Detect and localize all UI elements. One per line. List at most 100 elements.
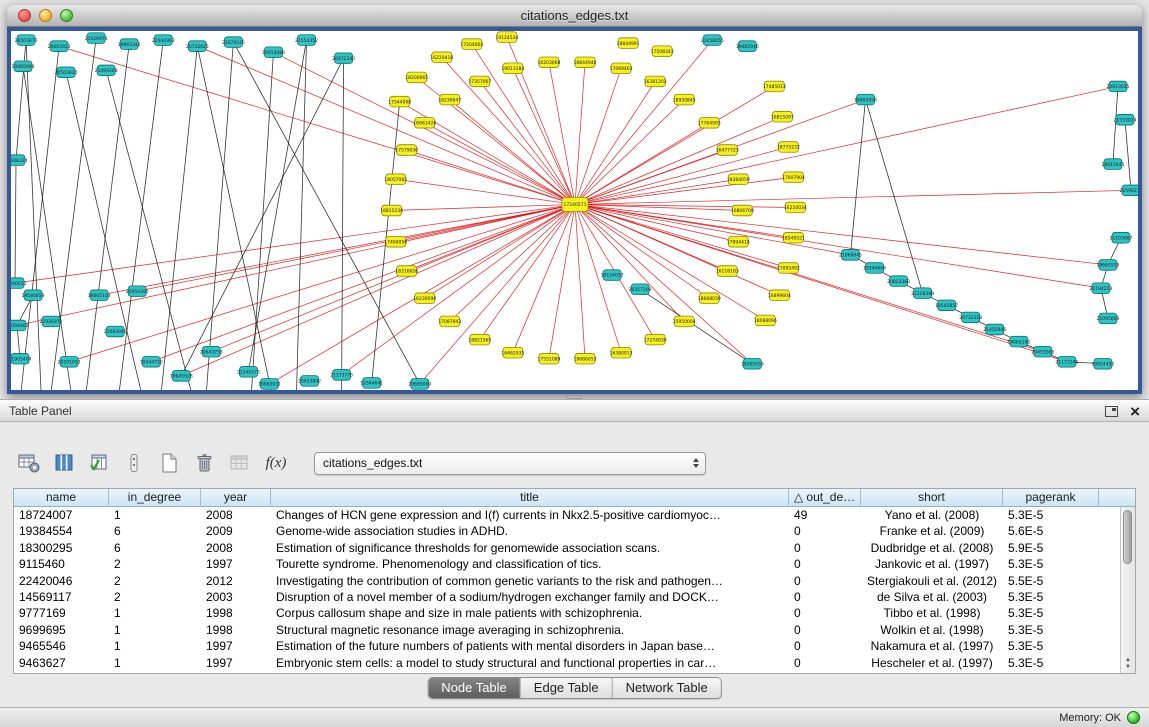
graph-node[interactable]: 20453842: [298, 376, 321, 387]
graph-node[interactable]: 21554352: [295, 35, 318, 46]
graph-node[interactable]: 20823383: [887, 276, 910, 287]
citation-network-graph[interactable]: 1724057116806709178944181611618318668039…: [11, 31, 1138, 390]
graph-node[interactable]: 18950845: [673, 94, 696, 105]
graph-node[interactable]: 19124534: [495, 32, 518, 43]
graph-node[interactable]: 18668039: [698, 293, 721, 304]
graph-node[interactable]: 18844991: [617, 38, 640, 49]
graph-node[interactable]: 21905404: [11, 353, 32, 364]
graph-node[interactable]: 16203668: [538, 57, 561, 68]
graph-node[interactable]: 17204004: [460, 39, 483, 50]
graph-node[interactable]: 16381203: [644, 76, 667, 87]
graph-node[interactable]: 19546859: [22, 290, 45, 301]
graph-node[interactable]: 20598278: [1120, 185, 1138, 196]
graph-node[interactable]: 17007904: [782, 172, 805, 183]
graph-node[interactable]: 21083946: [104, 326, 127, 337]
graph-node[interactable]: 21079545: [222, 37, 245, 48]
graph-node[interactable]: 17357067: [468, 76, 491, 87]
graph-node[interactable]: 19013089: [262, 47, 285, 58]
zoom-window-button[interactable]: [60, 9, 73, 22]
table-row[interactable]: 1872400712008Changes of HCN gene express…: [14, 507, 1120, 523]
column-header[interactable]: pagerank: [1003, 489, 1099, 507]
graph-node[interactable]: 16210034: [784, 202, 807, 213]
graph-node[interactable]: 19154053: [601, 270, 624, 281]
graph-node[interactable]: 16899604: [768, 290, 791, 301]
network-canvas[interactable]: 1724057116806709178944181611618318668039…: [11, 31, 1138, 390]
graph-node[interactable]: 19660558: [1096, 260, 1119, 271]
graph-node[interactable]: 22544363: [152, 35, 175, 46]
column-header[interactable]: title: [271, 489, 789, 507]
tab-network-table[interactable]: Network Table: [613, 678, 721, 698]
graph-node[interactable]: 26503876: [15, 35, 38, 46]
graph-node[interactable]: 17069463: [610, 63, 633, 74]
graph-node[interactable]: 21058055: [701, 35, 724, 46]
table-settings-icon[interactable]: [16, 450, 42, 476]
graph-node[interactable]: 19086053: [574, 353, 597, 364]
graph-node[interactable]: 18057082: [384, 174, 407, 185]
graph-node[interactable]: 20813035: [1107, 81, 1130, 92]
graph-node[interactable]: 17485013: [763, 81, 786, 92]
scrollbar-arrows[interactable]: ▲▼: [1121, 657, 1135, 671]
rows-icon[interactable]: [121, 450, 147, 476]
graph-node[interactable]: 16961426: [413, 117, 436, 128]
graph-node[interactable]: 16815236: [380, 205, 403, 216]
table-row[interactable]: 1456911722003Disruption of a novel membe…: [14, 589, 1120, 605]
table-row[interactable]: 1830029562008Estimation of significance …: [14, 540, 1120, 556]
graph-node[interactable]: 20357209: [629, 284, 652, 295]
graph-node[interactable]: 17579030: [395, 145, 418, 156]
graph-node[interactable]: 18239647: [438, 94, 461, 105]
graph-node[interactable]: 18844940: [574, 57, 597, 68]
table-row[interactable]: 911546021997Tourette syndrome. Phenomeno…: [14, 556, 1120, 572]
graph-node[interactable]: 17551089: [538, 353, 561, 364]
column-header[interactable]: △ out_de…: [789, 489, 861, 507]
graph-node[interactable]: 20194223: [1089, 283, 1112, 294]
graph-node[interactable]: 21069045: [839, 250, 862, 261]
graph-node[interactable]: 15950004: [673, 316, 696, 327]
graph-node[interactable]: 18821565: [468, 334, 491, 345]
new-document-icon[interactable]: [156, 450, 182, 476]
graph-node[interactable]: 21499268: [95, 65, 118, 76]
table-row[interactable]: 2242004622012Investigating the contribut…: [14, 573, 1120, 589]
column-header[interactable]: in_degree: [109, 489, 201, 507]
vertical-scrollbar[interactable]: ▲▼: [1120, 507, 1135, 673]
table-row[interactable]: 969969511998Structural magnetic resonanc…: [14, 622, 1120, 638]
graph-node[interactable]: 17894418: [727, 236, 750, 247]
graph-node[interactable]: 17087943: [438, 316, 461, 327]
graph-node[interactable]: 21228398: [911, 288, 934, 299]
column-header[interactable]: short: [861, 489, 1003, 507]
column-header[interactable]: year: [201, 489, 271, 507]
graph-node[interactable]: 16815097: [771, 111, 794, 122]
delete-icon[interactable]: [191, 450, 217, 476]
graph-node[interactable]: 16806709: [731, 205, 754, 216]
function-builder-icon[interactable]: f(x): [261, 450, 291, 476]
graph-node[interactable]: 17544098: [388, 96, 411, 107]
graph-node[interactable]: 20643753: [200, 346, 223, 357]
graph-node[interactable]: 20732328: [959, 312, 982, 323]
graph-node[interactable]: 21173346: [1055, 356, 1078, 367]
graph-node[interactable]: 16477723: [716, 145, 739, 156]
add-column-icon[interactable]: [86, 450, 112, 476]
graph-node[interactable]: 19915445: [1102, 159, 1125, 170]
graph-node[interactable]: 21533024: [1114, 114, 1137, 125]
graph-node[interactable]: 19013184: [501, 63, 524, 74]
graph-node[interactable]: 19344664: [863, 263, 886, 274]
graph-node[interactable]: 17494056: [384, 236, 407, 247]
graph-node[interactable]: 21926972: [40, 316, 63, 327]
graph-node[interactable]: 20685009: [408, 379, 431, 390]
graph-node[interactable]: 19965342: [118, 39, 141, 50]
graph-node[interactable]: 19344730: [140, 356, 163, 367]
graph-node[interactable]: 20663923: [48, 41, 71, 52]
graph-node[interactable]: 18200065: [405, 72, 428, 83]
graph-node[interactable]: 18384059: [727, 174, 750, 185]
column-header[interactable]: name: [14, 489, 109, 507]
graph-node[interactable]: 19482954: [854, 94, 877, 105]
graph-node[interactable]: 18775232: [777, 142, 800, 153]
graph-node[interactable]: 20453566: [1031, 346, 1054, 357]
graph-node[interactable]: 20501053: [58, 356, 81, 367]
graph-node[interactable]: 18549521: [782, 232, 805, 243]
table-row[interactable]: 946362711997Embryonic stem cells: a mode…: [14, 655, 1120, 671]
graph-node[interactable]: 21103067: [1110, 232, 1133, 243]
scrollbar-thumb[interactable]: [1123, 510, 1132, 564]
graph-node[interactable]: 20732625: [186, 41, 209, 52]
graph-node[interactable]: 21240273: [237, 367, 260, 378]
graph-node[interactable]: 20608324: [11, 155, 28, 166]
